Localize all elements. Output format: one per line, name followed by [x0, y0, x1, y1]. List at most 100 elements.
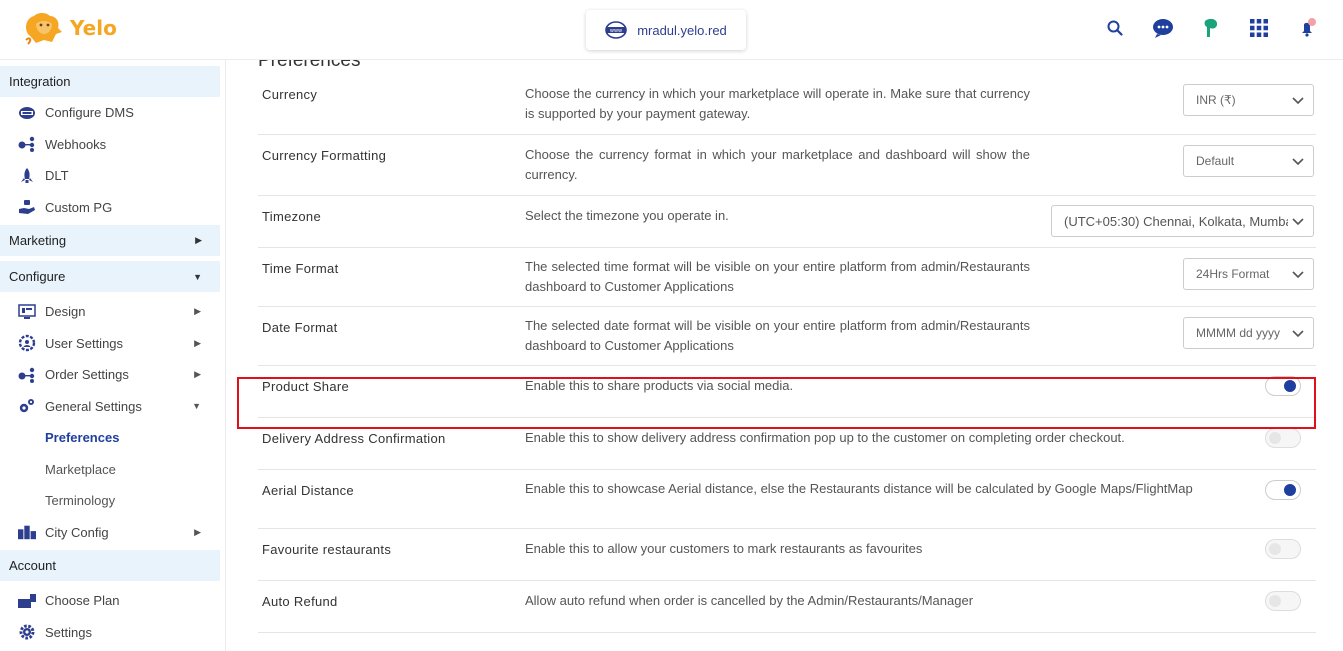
row-description: The selected time format will be visible…	[525, 259, 1030, 294]
row-label: Product Share	[262, 379, 350, 394]
settings-row-date-format: Date Format The selected date format wil…	[258, 307, 1316, 366]
row-description: Choose the currency format in which your…	[525, 147, 1030, 182]
sidebar-item-order-settings[interactable]: Order Settings ▶	[0, 359, 225, 391]
chevron-down-icon	[1292, 330, 1304, 338]
row-description: Enable this to show delivery address con…	[525, 430, 1125, 445]
sidebar-item-general-settings[interactable]: General Settings ▼	[0, 391, 225, 423]
design-monitor-icon	[18, 303, 36, 321]
row-description: Enable this to share products via social…	[525, 378, 794, 393]
sidebar-item-settings[interactable]: Settings	[0, 617, 225, 649]
sidebar-item-webhooks[interactable]: Webhooks	[0, 129, 225, 161]
settings-row-aerial-distance: Aerial Distance Enable this to showcase …	[258, 470, 1316, 529]
row-description: Choose the currency in which your market…	[525, 86, 1030, 121]
section-marketing[interactable]: Marketing ▶	[0, 225, 220, 256]
dms-icon	[18, 104, 36, 122]
settings-row-time-format: Time Format The selected time format wil…	[258, 248, 1316, 307]
row-description: Allow auto refund when order is cancelle…	[525, 593, 974, 608]
user-gear-icon	[18, 334, 36, 352]
settings-row-product-share: Product Share Enable this to share produ…	[258, 366, 1316, 418]
timezone-select[interactable]: (UTC+05:30) Chennai, Kolkata, Mumbai, Ne…	[1051, 205, 1314, 237]
sidebar-item-choose-plan[interactable]: Choose Plan	[0, 585, 225, 617]
sidebar-subitem-preferences[interactable]: Preferences	[0, 422, 225, 454]
sidebar-item-dlt[interactable]: DLT	[0, 160, 225, 192]
row-description: Enable this to showcase Aerial distance,…	[525, 481, 1193, 496]
caret-down-icon: ▼	[193, 271, 202, 282]
section-account[interactable]: Account	[0, 550, 220, 581]
notification-icon[interactable]	[1295, 16, 1319, 40]
aerial-distance-toggle[interactable]	[1265, 480, 1301, 500]
lion-logo-icon	[25, 13, 62, 45]
plan-icon	[18, 592, 36, 610]
webhooks-icon	[18, 135, 36, 153]
sidebar-subitem-marketplace[interactable]: Marketplace	[0, 454, 225, 486]
row-label: Aerial Distance	[262, 483, 354, 498]
caret-right-icon: ▶	[195, 235, 202, 245]
domain-text: mradul.yelo.red	[637, 22, 727, 38]
sidebar-item-user-settings[interactable]: User Settings ▶	[0, 328, 225, 360]
caret-right-icon: ▶	[194, 369, 201, 380]
apps-grid-icon[interactable]	[1247, 16, 1271, 40]
section-configure[interactable]: Configure ▼	[0, 261, 220, 292]
chevron-down-icon	[1292, 158, 1304, 166]
settings-row-timezone: Timezone Select the timezone you operate…	[258, 196, 1316, 248]
currency-select[interactable]: INR (₹)	[1183, 84, 1314, 116]
product-share-toggle[interactable]	[1265, 376, 1301, 396]
row-label: Timezone	[262, 209, 321, 224]
sidebar-item-city-config[interactable]: City Config ▶	[0, 517, 225, 549]
row-label: Favourite restaurants	[262, 542, 392, 557]
caret-right-icon: ▶	[194, 526, 201, 537]
rocket-icon	[18, 167, 36, 185]
row-label: Date Format	[262, 320, 338, 335]
www-globe-icon: www	[605, 21, 627, 39]
favourite-restaurants-toggle[interactable]	[1265, 539, 1301, 559]
row-description: The selected date format will be visible…	[525, 318, 1030, 353]
row-label: Delivery Address Confirmation	[262, 431, 446, 446]
row-description: Select the timezone you operate in.	[525, 208, 729, 223]
leaf-icon[interactable]	[1199, 16, 1223, 40]
toggle-knob	[1284, 380, 1296, 392]
gears-icon	[18, 397, 36, 415]
sidebar-item-configure-dms[interactable]: Configure DMS	[0, 97, 225, 129]
sidebar-subitem-terminology[interactable]: Terminology	[0, 485, 225, 517]
brand-name: Yelo	[70, 16, 117, 40]
settings-row-currency-formatting: Currency Formatting Choose the currency …	[258, 135, 1316, 196]
row-description: Enable this to allow your customers to m…	[525, 541, 923, 556]
toggle-knob	[1284, 484, 1296, 496]
caret-right-icon: ▶	[194, 306, 201, 317]
row-label: Currency	[262, 87, 318, 102]
payment-hand-icon	[18, 198, 36, 216]
settings-row-currency: Currency Choose the currency in which yo…	[258, 74, 1316, 135]
chevron-down-icon	[1292, 271, 1304, 279]
toggle-knob	[1269, 595, 1281, 607]
sidebar-item-design[interactable]: Design ▶	[0, 296, 225, 328]
header-actions	[1103, 16, 1319, 40]
domain-link[interactable]: www mradul.yelo.red	[586, 10, 746, 50]
date-format-select[interactable]: MMMM dd yyyy	[1183, 317, 1314, 349]
city-buildings-icon	[18, 523, 36, 541]
auto-refund-toggle[interactable]	[1265, 591, 1301, 611]
delivery-confirmation-toggle[interactable]	[1265, 428, 1301, 448]
chevron-down-icon	[1292, 97, 1304, 105]
settings-row-delivery-address-confirmation: Delivery Address Confirmation Enable thi…	[258, 418, 1316, 470]
brand-logo[interactable]: Yelo	[22, 10, 117, 46]
sidebar: Integration Configure DMS Webhooks DLT C…	[0, 60, 226, 651]
currency-format-select[interactable]: Default	[1183, 145, 1314, 177]
settings-row-favourite-restaurants: Favourite restaurants Enable this to all…	[258, 529, 1316, 581]
support-chat-icon[interactable]	[1151, 16, 1175, 40]
row-label: Auto Refund	[262, 594, 338, 609]
toggle-knob	[1269, 432, 1281, 444]
row-label: Currency Formatting	[262, 148, 387, 163]
caret-down-icon: ▼	[192, 401, 201, 412]
toggle-knob	[1269, 543, 1281, 555]
sidebar-item-custom-pg[interactable]: Custom PG	[0, 192, 225, 224]
time-format-select[interactable]: 24Hrs Format	[1183, 258, 1314, 290]
chevron-down-icon	[1292, 218, 1304, 226]
search-icon[interactable]	[1103, 16, 1127, 40]
caret-right-icon: ▶	[194, 337, 201, 348]
top-bar: Yelo www mradul.yelo.red	[0, 0, 1343, 60]
section-integration[interactable]: Integration	[0, 66, 220, 97]
gear-icon	[18, 623, 36, 641]
row-label: Time Format	[262, 261, 339, 276]
order-settings-icon	[18, 366, 36, 384]
svg-text:www: www	[610, 28, 622, 34]
